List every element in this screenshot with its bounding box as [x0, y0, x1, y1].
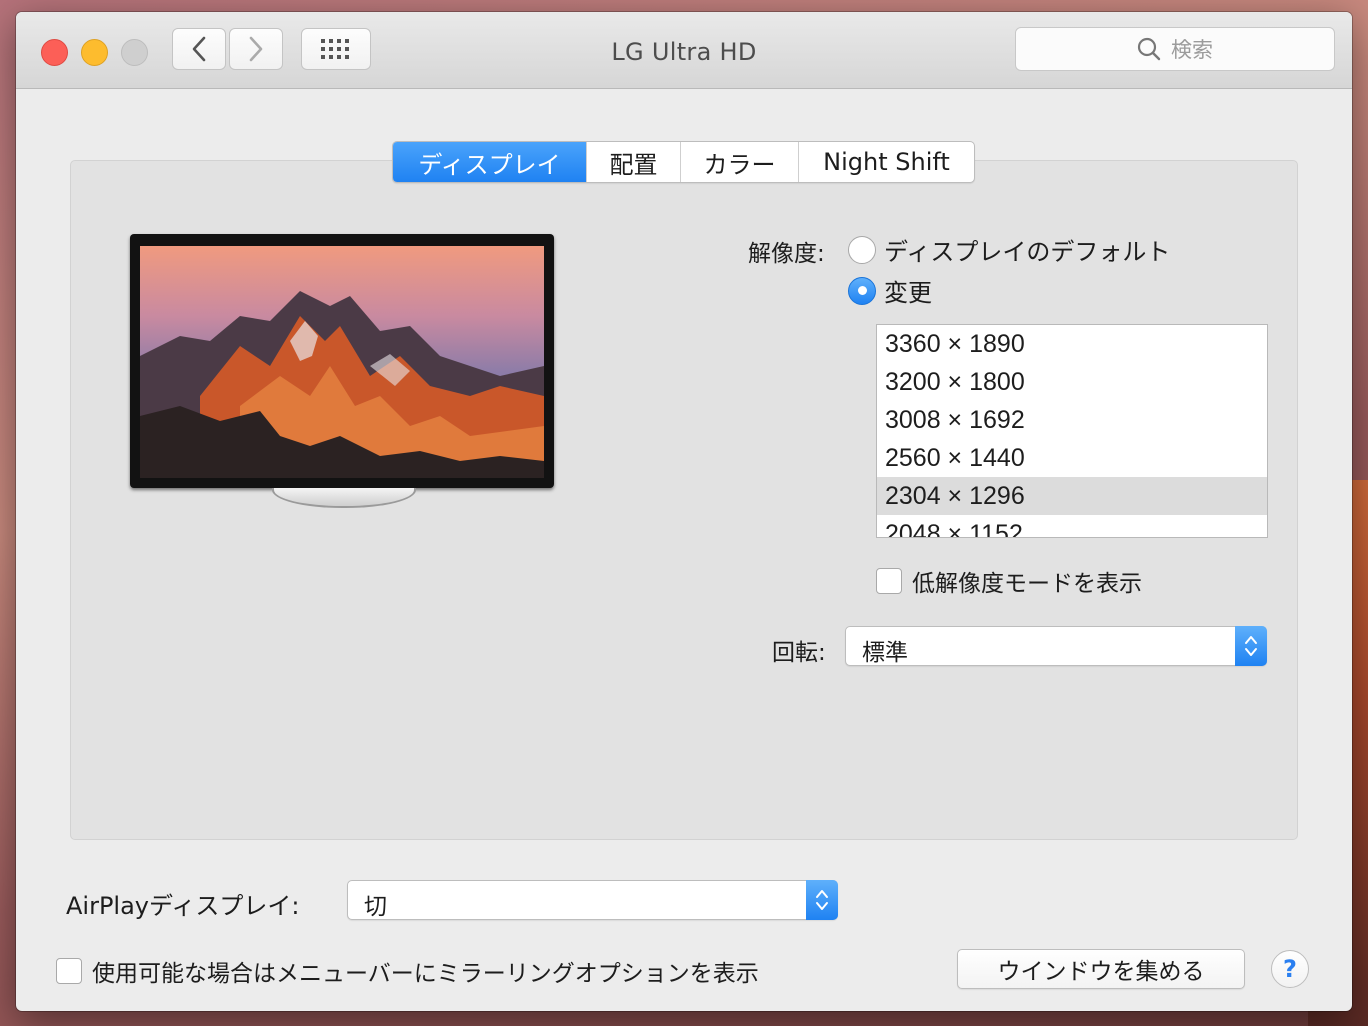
tab-arrangement[interactable]: 配置 — [586, 142, 680, 182]
tab-display[interactable]: ディスプレイ — [393, 142, 586, 182]
radio-default-label: ディスプレイのデフォルト — [884, 238, 1171, 266]
search-field[interactable]: 検索 — [1015, 27, 1335, 71]
resolution-label: 解像度: — [748, 241, 825, 267]
low-res-mode-label: 低解像度モードを表示 — [912, 571, 1142, 597]
resolution-option-selected[interactable]: 2304 × 1296 — [877, 477, 1267, 515]
low-res-mode-checkbox-row[interactable]: 低解像度モードを表示 — [876, 564, 1142, 598]
tab-night-shift[interactable]: Night Shift — [798, 142, 974, 182]
system-preferences-window: LG Ultra HD 検索 ディスプレイ 配置 カラー Night Shift — [16, 12, 1352, 1011]
resolution-option[interactable]: 3200 × 1800 — [877, 363, 1267, 401]
radio-scaled[interactable]: 変更 — [848, 273, 932, 308]
gather-windows-button[interactable]: ウインドウを集める — [957, 949, 1245, 989]
title-bar: LG Ultra HD 検索 — [16, 12, 1352, 89]
resolution-option[interactable]: 2560 × 1440 — [877, 439, 1267, 477]
resolution-option[interactable]: 3008 × 1692 — [877, 401, 1267, 439]
mirroring-checkbox[interactable] — [56, 958, 82, 984]
radio-default-button[interactable] — [848, 235, 876, 264]
mirroring-label: 使用可能な場合はメニューバーにミラーリングオプションを表示 — [92, 961, 759, 987]
low-res-mode-checkbox[interactable] — [876, 568, 902, 594]
monitor-preview — [130, 234, 554, 488]
resolution-option[interactable]: 2048 × 1152 — [877, 515, 1267, 537]
radio-scaled-button[interactable] — [848, 276, 876, 305]
updown-chevron-icon — [806, 880, 838, 920]
search-icon — [1137, 37, 1161, 61]
rotation-popup[interactable]: 標準 — [845, 626, 1267, 666]
resolution-option[interactable]: 3360 × 1890 — [877, 325, 1267, 363]
airplay-popup[interactable]: 切 — [347, 880, 838, 920]
airplay-value: 切 — [364, 894, 387, 920]
segmented-tabs: ディスプレイ 配置 カラー Night Shift — [392, 141, 975, 183]
airplay-label: AirPlayディスプレイ: — [66, 892, 300, 920]
wallpaper-preview — [140, 246, 544, 478]
resolution-list[interactable]: 3360 × 1890 3200 × 1800 3008 × 1692 2560… — [876, 324, 1268, 538]
rotation-label: 回転: — [772, 640, 826, 666]
mirroring-checkbox-row[interactable]: 使用可能な場合はメニューバーにミラーリングオプションを表示 — [56, 954, 759, 988]
updown-chevron-icon — [1235, 626, 1267, 666]
help-button[interactable]: ? — [1271, 950, 1309, 988]
radio-default[interactable]: ディスプレイのデフォルト — [848, 232, 1170, 267]
search-placeholder: 検索 — [1171, 38, 1213, 62]
tab-color[interactable]: カラー — [680, 142, 798, 182]
rotation-value: 標準 — [862, 640, 908, 666]
radio-scaled-label: 変更 — [884, 279, 932, 307]
